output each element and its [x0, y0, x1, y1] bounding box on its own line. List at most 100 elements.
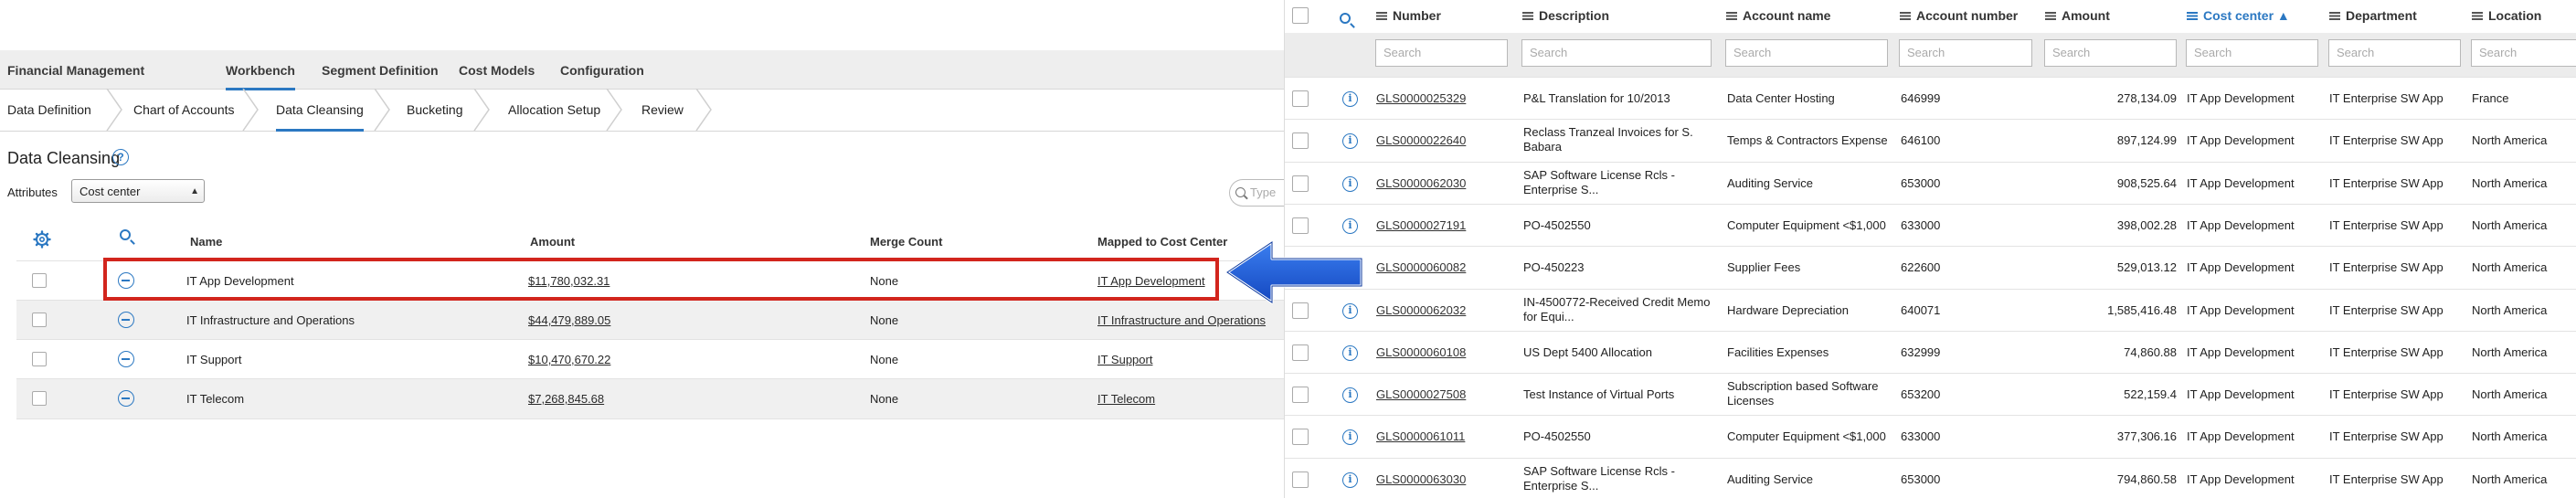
info-icon[interactable]: i — [1342, 133, 1358, 150]
row-checkbox[interactable] — [1292, 387, 1309, 404]
header-name[interactable]: Name — [190, 235, 222, 249]
info-icon[interactable]: i — [1342, 175, 1358, 192]
row-checkbox[interactable] — [1292, 429, 1309, 446]
cell-number[interactable]: GLS0000062030 — [1376, 176, 1466, 190]
column-search-icon[interactable] — [120, 229, 131, 240]
cell-number[interactable]: GLS0000027508 — [1376, 387, 1466, 401]
row-checkbox[interactable] — [1292, 90, 1309, 107]
grid-row[interactable]: iGLS0000060082PO-450223Supplier Fees6226… — [1285, 246, 2576, 289]
nav-workbench[interactable]: Workbench — [226, 63, 295, 90]
header-location[interactable]: Location — [2472, 8, 2541, 23]
cell-number[interactable]: GLS0000061011 — [1376, 429, 1465, 443]
row-mapped[interactable]: IT Support — [1097, 353, 1152, 366]
attributes-select[interactable]: Cost center ▲ — [71, 179, 205, 203]
grid-row[interactable]: i GLS0000022640 Reclass Tranzeal Invoices … — [1285, 119, 2576, 162]
row-checkbox[interactable] — [32, 273, 47, 288]
row-mapped[interactable]: IT Telecom — [1097, 392, 1155, 406]
info-icon[interactable]: i — [1342, 472, 1358, 488]
info-icon[interactable]: i — [1342, 217, 1358, 234]
table-row[interactable]: IT App Development $11,780,032.31 None I… — [16, 260, 1284, 301]
help-icon[interactable]: ? — [112, 149, 129, 165]
header-department[interactable]: Department — [2329, 8, 2417, 23]
filter-account-number-input[interactable]: Search — [1899, 39, 2032, 67]
row-checkbox[interactable] — [1292, 471, 1309, 488]
step-bucketing[interactable]: Bucketing — [407, 89, 462, 131]
select-all-checkbox[interactable] — [1292, 7, 1309, 24]
row-checkbox[interactable] — [32, 313, 47, 327]
table-row[interactable]: IT Support $10,470,670.22 None IT Suppor… — [16, 339, 1284, 379]
info-icon[interactable]: i — [1342, 302, 1358, 319]
cell-description: SAP Software License Rcls - Enterprise S… — [1523, 463, 1675, 493]
row-checkbox[interactable] — [1292, 217, 1309, 234]
cell-number[interactable]: GLS0000025329 — [1376, 91, 1466, 105]
info-icon[interactable]: i — [1342, 344, 1358, 361]
cell-number[interactable]: GLS0000060082 — [1376, 260, 1466, 274]
row-checkbox[interactable] — [32, 391, 47, 406]
header-merge-count[interactable]: Merge Count — [870, 235, 942, 249]
cell-cost-center: IT App Development — [2187, 260, 2295, 275]
step-review[interactable]: Review — [641, 89, 684, 131]
grid-row[interactable]: i GLS0000025329 P&L Translation for 10/201… — [1285, 77, 2576, 120]
header-description[interactable]: Description — [1522, 8, 1609, 23]
row-checkbox[interactable] — [1292, 344, 1309, 361]
cell-number[interactable]: GLS0000062032 — [1376, 303, 1466, 317]
grid-row[interactable]: i GLS0000062030 SAP Software License Rcls … — [1285, 161, 2576, 205]
grid-row[interactable]: i GLS0000061011 PO-4502550 Computer Equipme… — [1285, 415, 2576, 458]
nav-segment-definition[interactable]: Segment Definition — [322, 63, 439, 78]
step-allocation-setup[interactable]: Allocation Setup — [508, 89, 600, 131]
row-amount[interactable]: $10,470,670.22 — [528, 353, 610, 366]
grid-row[interactable]: i GLS0000027508 Test Instance of Virtual P… — [1285, 373, 2576, 416]
header-amount[interactable]: Amount — [2045, 8, 2110, 23]
row-amount[interactable]: $11,780,032.31 — [528, 274, 610, 288]
table-row[interactable]: IT Infrastructure and Operations $44,479… — [16, 300, 1284, 340]
remove-icon[interactable] — [118, 390, 134, 407]
info-icon[interactable]: i — [1342, 429, 1358, 446]
grid-search-icon[interactable] — [1340, 13, 1351, 24]
gear-icon[interactable] — [33, 230, 51, 249]
cell-number[interactable]: GLS0000022640 — [1376, 133, 1466, 147]
header-amount[interactable]: Amount — [530, 235, 575, 249]
row-checkbox[interactable] — [32, 352, 47, 366]
remove-icon[interactable] — [118, 272, 134, 289]
info-icon[interactable]: i — [1342, 387, 1358, 404]
remove-icon[interactable] — [118, 312, 134, 328]
grid-row[interactable]: i GLS0000027191 PO-4502550 Computer Equipme… — [1285, 203, 2576, 247]
step-chevron-icon — [695, 89, 712, 131]
row-checkbox[interactable] — [1292, 175, 1309, 192]
row-checkbox[interactable] — [1292, 132, 1309, 150]
column-menu-icon — [2472, 12, 2483, 20]
grid-row[interactable]: i GLS0000060108 US Dept 5400 Allocation Fac… — [1285, 330, 2576, 374]
filter-account-name-input[interactable]: Search — [1725, 39, 1888, 67]
nav-configuration[interactable]: Configuration — [560, 63, 644, 78]
row-mapped[interactable]: IT App Development — [1097, 274, 1205, 288]
filter-cost-center-input[interactable]: Search — [2186, 39, 2318, 67]
cell-number[interactable]: GLS0000027191 — [1376, 218, 1466, 232]
step-data-definition[interactable]: Data Definition — [7, 89, 91, 131]
cell-number[interactable]: GLS0000063030 — [1376, 472, 1466, 486]
table-search-input[interactable]: Type — [1229, 179, 1284, 207]
filter-location-input[interactable]: Search — [2471, 39, 2576, 67]
grid-row[interactable]: i GLS0000062032 IN-4500772-Received Credit… — [1285, 288, 2576, 332]
nav-cost-models[interactable]: Cost Models — [459, 63, 535, 78]
row-mapped[interactable]: IT Infrastructure and Operations — [1097, 313, 1266, 327]
filter-description-input[interactable]: Search — [1521, 39, 1712, 67]
row-amount[interactable]: $44,479,889.05 — [528, 313, 610, 327]
filter-amount-input[interactable]: Search — [2044, 39, 2177, 67]
filter-number-input[interactable]: Search — [1375, 39, 1508, 67]
cell-number[interactable]: GLS0000060108 — [1376, 345, 1466, 359]
cell-location: North America — [2472, 344, 2548, 359]
grid-row[interactable]: i GLS0000063030 SAP Software License Rcls … — [1285, 457, 2576, 498]
filter-department-input[interactable]: Search — [2328, 39, 2461, 67]
header-account-number[interactable]: Account number — [1900, 8, 2018, 23]
header-number[interactable]: Number — [1376, 8, 1441, 23]
step-data-cleansing[interactable]: Data Cleansing — [276, 89, 364, 132]
step-chart-of-accounts[interactable]: Chart of Accounts — [133, 89, 235, 131]
header-mapped-to-cost-center[interactable]: Mapped to Cost Center — [1097, 235, 1227, 249]
info-icon[interactable]: i — [1342, 91, 1358, 107]
header-cost-center[interactable]: Cost center ▲ — [2187, 8, 2290, 23]
header-account-name[interactable]: Account name — [1726, 8, 1830, 23]
table-row[interactable]: IT Telecom $7,268,845.68 None IT Telecom — [16, 378, 1284, 419]
cell-account-number: 632999 — [1901, 344, 1941, 359]
remove-icon[interactable] — [118, 351, 134, 367]
row-amount[interactable]: $7,268,845.68 — [528, 392, 604, 406]
